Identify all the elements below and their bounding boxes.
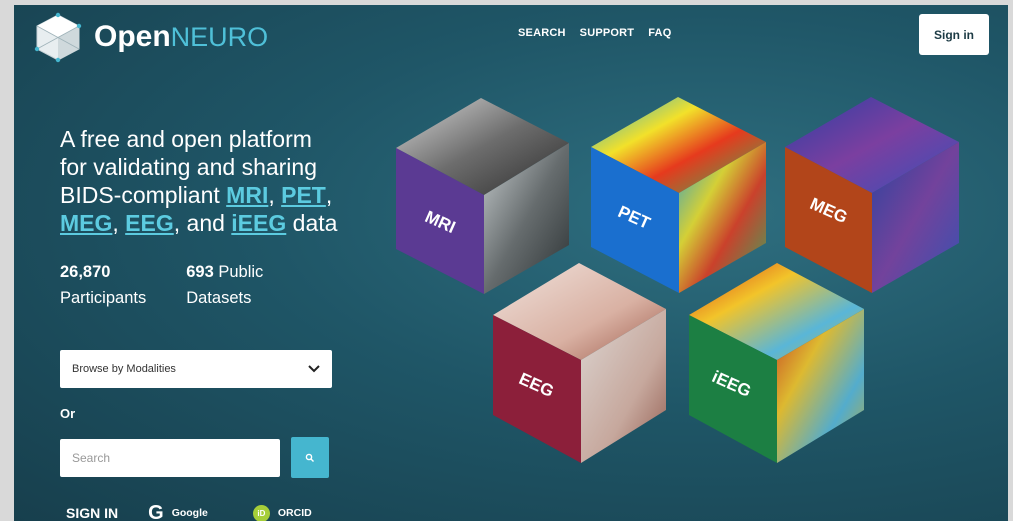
cube-ieeg[interactable]: iEEG bbox=[689, 263, 864, 463]
cube-meg[interactable]: MEG bbox=[785, 97, 959, 293]
cube-mri[interactable]: MRI bbox=[396, 98, 569, 294]
cube-eeg[interactable]: EEG bbox=[493, 263, 666, 463]
page-frame: OpenNEURO SEARCH SUPPORT FAQ Sign in A f… bbox=[14, 5, 1008, 521]
cube-pet[interactable]: PET bbox=[591, 97, 766, 293]
modality-cubes: MRI PET MEG EEG iEEG bbox=[396, 97, 959, 463]
